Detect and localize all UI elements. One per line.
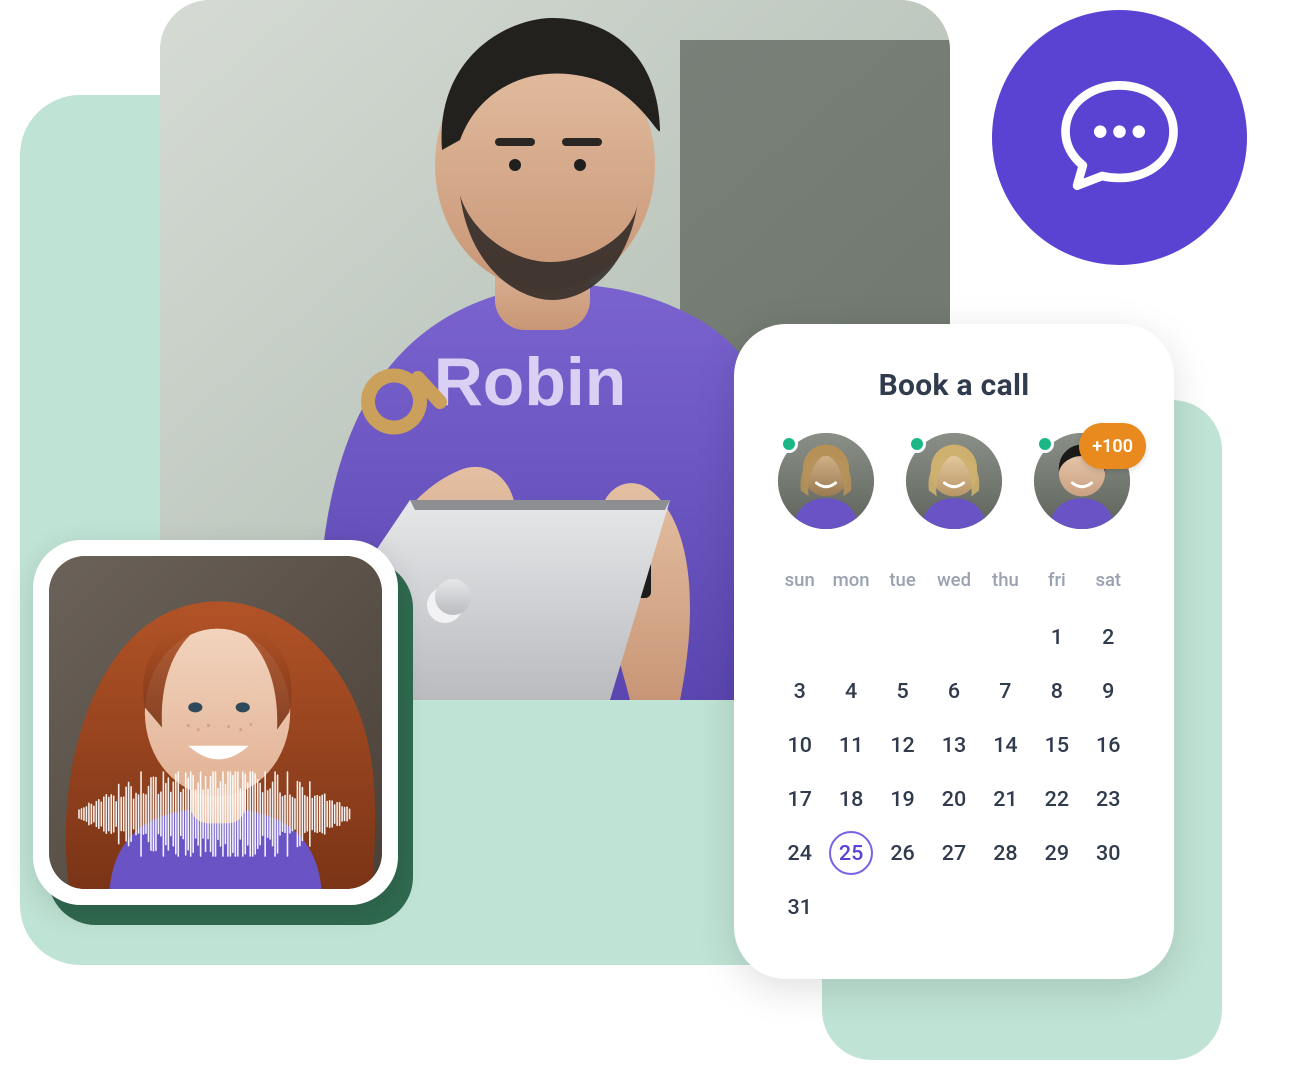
calendar-day-label: 19 <box>890 787 914 812</box>
calendar-day[interactable]: 14 <box>980 721 1031 769</box>
calendar-day[interactable]: 18 <box>825 775 876 823</box>
calendar-day[interactable]: 9 <box>1083 667 1134 715</box>
voice-photo <box>49 556 382 889</box>
calendar-day-label: 17 <box>787 787 811 812</box>
calendar-empty-cell <box>825 613 876 661</box>
calendar-day[interactable]: 1 <box>1031 613 1082 661</box>
calendar-empty-cell <box>980 613 1031 661</box>
calendar-day-selected[interactable]: 25 <box>825 829 876 877</box>
calendar-day-label: 13 <box>942 733 966 758</box>
calendar-day-label: 10 <box>787 733 811 758</box>
calendar-day[interactable]: 19 <box>877 775 928 823</box>
status-dot <box>908 435 926 453</box>
calendar-day[interactable]: 6 <box>928 667 979 715</box>
calendar-day-label: 15 <box>1045 733 1069 758</box>
calendar-day-header: wed <box>928 569 979 607</box>
calendar-day[interactable]: 24 <box>774 829 825 877</box>
calendar-day-label: 6 <box>948 679 960 704</box>
calendar-day-label: 26 <box>890 841 914 866</box>
voice-note-card <box>33 540 398 905</box>
calendar-day-label: 9 <box>1102 679 1114 704</box>
calendar-day-label: 3 <box>794 679 806 704</box>
chat-icon <box>1052 68 1187 207</box>
status-dot <box>1036 435 1054 453</box>
calendar-day-header: thu <box>980 569 1031 607</box>
calendar-day-label: 5 <box>896 679 908 704</box>
calendar-day-label: 7 <box>999 679 1011 704</box>
avatar[interactable] <box>778 433 874 529</box>
calendar-day-header: sat <box>1083 569 1134 607</box>
calendar-day[interactable]: 30 <box>1083 829 1134 877</box>
calendar-day-label: 29 <box>1045 841 1069 866</box>
calendar-day[interactable]: 31 <box>774 883 825 931</box>
calendar-day-label: 20 <box>942 787 966 812</box>
calendar-day-header: tue <box>877 569 928 607</box>
calendar-day-label: 18 <box>839 787 863 812</box>
calendar-day-label: 4 <box>845 679 857 704</box>
calendar-day[interactable]: 13 <box>928 721 979 769</box>
calendar-day[interactable]: 23 <box>1083 775 1134 823</box>
calendar-day-label: 2 <box>1102 625 1114 650</box>
calendar-day[interactable]: 20 <box>928 775 979 823</box>
status-dot <box>780 435 798 453</box>
calendar-day[interactable]: 28 <box>980 829 1031 877</box>
calendar-day[interactable]: 10 <box>774 721 825 769</box>
calendar-day-header: sun <box>774 569 825 607</box>
calendar-day-label: 30 <box>1096 841 1120 866</box>
calendar-day-label: 11 <box>839 733 863 758</box>
book-call-card: Book a call +100 sunmontuewedthufrisat12… <box>734 324 1174 979</box>
calendar-day[interactable]: 12 <box>877 721 928 769</box>
calendar-day-label: 28 <box>993 841 1017 866</box>
book-call-title: Book a call <box>774 368 1134 403</box>
calendar-day-label: 12 <box>890 733 914 758</box>
calendar-day[interactable]: 27 <box>928 829 979 877</box>
calendar-day-label: 16 <box>1096 733 1120 758</box>
calendar-day[interactable]: 29 <box>1031 829 1082 877</box>
avatar[interactable] <box>906 433 1002 529</box>
calendar-day[interactable]: 17 <box>774 775 825 823</box>
waveform-icon <box>77 769 354 859</box>
calendar-day-label: 22 <box>1045 787 1069 812</box>
calendar-day[interactable]: 7 <box>980 667 1031 715</box>
calendar-grid: sunmontuewedthufrisat1234567891011121314… <box>774 569 1134 931</box>
calendar-day-label: 27 <box>942 841 966 866</box>
avatar-count-badge: +100 <box>1079 423 1146 469</box>
avatar-row: +100 <box>774 433 1134 529</box>
calendar-day-label: 21 <box>993 787 1017 812</box>
calendar-day[interactable]: 26 <box>877 829 928 877</box>
calendar-day[interactable]: 2 <box>1083 613 1134 661</box>
calendar-day-label: 24 <box>787 841 811 866</box>
calendar-day[interactable]: 11 <box>825 721 876 769</box>
calendar-day[interactable]: 16 <box>1083 721 1134 769</box>
calendar-empty-cell <box>928 613 979 661</box>
calendar-day-header: mon <box>825 569 876 607</box>
calendar-empty-cell <box>774 613 825 661</box>
calendar-day-header: fri <box>1031 569 1082 607</box>
calendar-day[interactable]: 5 <box>877 667 928 715</box>
calendar-day-label: 23 <box>1096 787 1120 812</box>
calendar-day-label: 25 <box>829 831 873 875</box>
calendar-day[interactable]: 8 <box>1031 667 1082 715</box>
calendar-day-label: 8 <box>1051 679 1063 704</box>
calendar-day[interactable]: 15 <box>1031 721 1082 769</box>
calendar-day[interactable]: 3 <box>774 667 825 715</box>
avatar[interactable]: +100 <box>1034 433 1130 529</box>
calendar-day[interactable]: 21 <box>980 775 1031 823</box>
chat-button[interactable] <box>992 10 1247 265</box>
calendar-day-label: 31 <box>787 895 811 920</box>
calendar-empty-cell <box>877 613 928 661</box>
svg-text:Robin: Robin <box>434 344 627 420</box>
calendar-day-label: 14 <box>993 733 1017 758</box>
calendar-day-label: 1 <box>1051 625 1063 650</box>
calendar-day[interactable]: 4 <box>825 667 876 715</box>
calendar-day[interactable]: 22 <box>1031 775 1082 823</box>
